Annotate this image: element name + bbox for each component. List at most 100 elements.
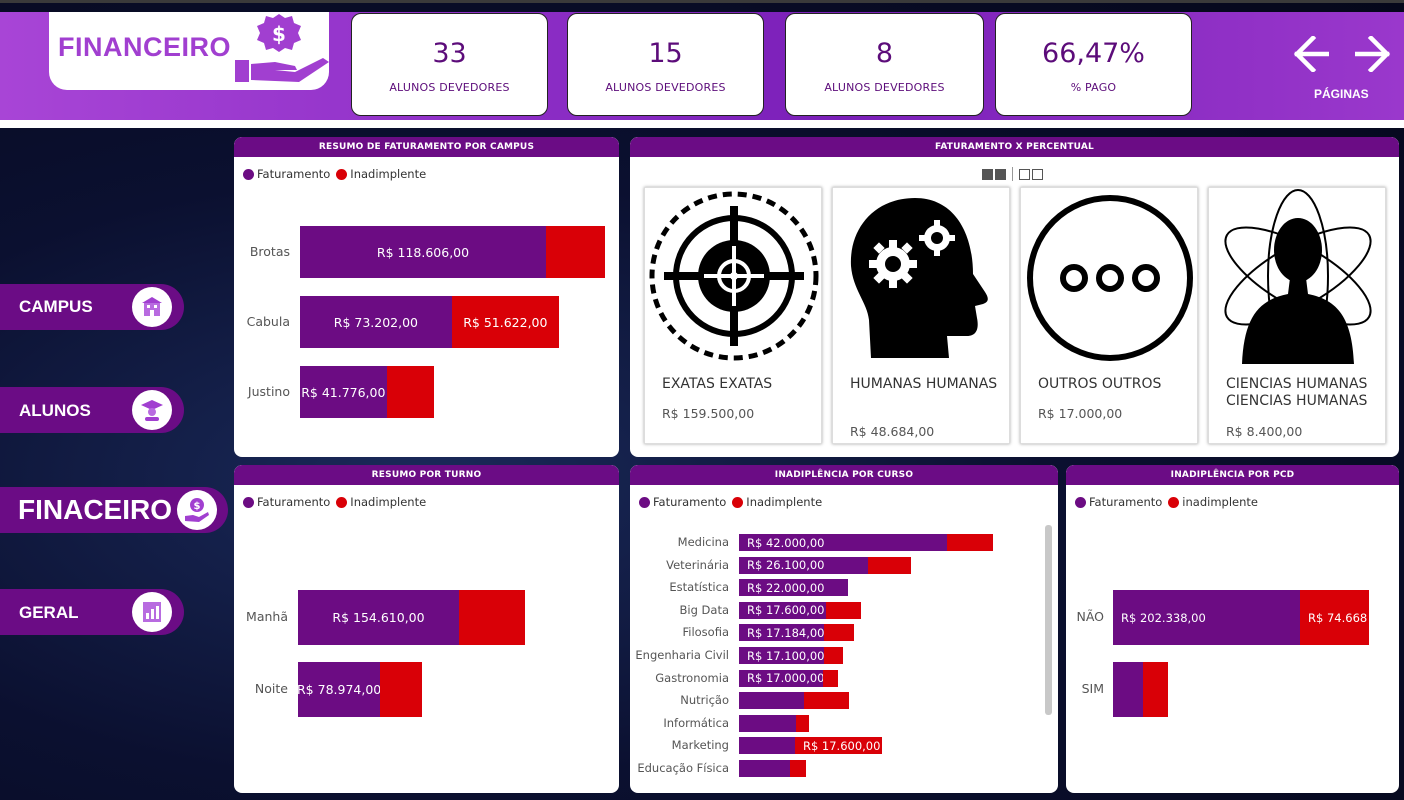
bar-faturamento[interactable]: R$ 154.610,00 (298, 590, 459, 645)
bar-inadimplente[interactable] (795, 714, 809, 732)
header-divider (0, 120, 1404, 128)
bar-row[interactable]: R$ 17.184,00 (739, 624, 854, 642)
bar-row[interactable] (739, 714, 809, 732)
sidebar-item-campus[interactable]: CAMPUS (0, 284, 184, 330)
bar-inadimplente[interactable] (823, 669, 839, 687)
bar-row[interactable]: R$ 41.776,00 (300, 366, 435, 418)
bar-faturamento[interactable]: R$ 22.000,00 (739, 579, 848, 597)
panel-title: FATURAMENTO X PERCENTUAL (630, 137, 1399, 157)
bar-inadimplente[interactable] (826, 601, 862, 619)
bar-faturamento[interactable]: R$ 42.000,00 (739, 534, 947, 551)
panel-title: INADIPLÊNCIA POR PCD (1066, 465, 1399, 485)
chart-scrollbar[interactable] (1045, 525, 1052, 715)
percent-panel: FATURAMENTO X PERCENTUAL EXATAS EXATAS R… (630, 137, 1399, 457)
category-label: Veterinária (666, 557, 729, 572)
kpi-value: 66,47% (1042, 38, 1145, 69)
kpi-label: ALUNOS DEVEDORES (605, 81, 726, 94)
category-label: Marketing (671, 738, 729, 753)
category-label: Big Data (679, 602, 730, 617)
category-label: Medicina (677, 535, 729, 550)
pcd-panel: INADIPLÊNCIA POR PCD Faturamento inadimp… (1066, 465, 1399, 793)
category-label: Nutrição (680, 693, 729, 708)
bar-row[interactable] (739, 760, 806, 777)
campus-panel: RESUMO DE FATURAMENTO POR CAMPUS Faturam… (234, 137, 619, 457)
arrow-left-icon[interactable] (1293, 36, 1329, 72)
area-card-outros[interactable]: OUTROS OUTROS R$ 17.000,00 (1020, 187, 1198, 444)
bar-faturamento[interactable]: R$ 17.600,00 (739, 601, 827, 619)
legend-label: inadimplente (1182, 495, 1258, 509)
bar-faturamento[interactable] (739, 714, 796, 732)
bar-inadimplente[interactable]: R$ 17.600,00 (794, 737, 883, 755)
bar-inadimplente[interactable] (459, 590, 525, 645)
bar-faturamento[interactable] (739, 760, 790, 777)
money-hand-icon: $ (235, 14, 329, 82)
svg-text:$: $ (272, 22, 286, 46)
target-icon (649, 191, 819, 361)
sidebar-item-label: GERAL (19, 603, 79, 622)
bar-faturamento[interactable] (739, 737, 795, 755)
sidebar-item-geral[interactable]: GERAL (0, 589, 184, 635)
bar-inadimplente[interactable] (824, 624, 854, 642)
bar-row[interactable]: R$ 73.202,00 R$ 51.622,00 (300, 296, 559, 348)
bar-inadimplente[interactable] (386, 366, 435, 418)
bar-faturamento[interactable]: R$ 17.100,00 (739, 647, 825, 664)
bar-row[interactable]: R$ 22.000,00 (739, 579, 848, 597)
bar-inadimplente[interactable] (790, 760, 806, 777)
bar-row[interactable]: R$ 17.600,00 (739, 601, 862, 619)
category-label: Informática (663, 715, 729, 730)
bar-faturamento[interactable] (739, 692, 805, 710)
bar-inadimplente[interactable]: R$ 74.668 (1300, 590, 1369, 645)
category-label: Manhã (246, 609, 288, 625)
bar-faturamento[interactable]: R$ 78.974,00 (297, 662, 381, 717)
bar-inadimplente[interactable] (380, 662, 422, 717)
bar-row[interactable]: R$ 42.000,00 (739, 534, 994, 551)
bar-row[interactable] (1113, 662, 1169, 717)
bar-row[interactable]: R$ 202.338,00 R$ 74.668 (1113, 590, 1369, 645)
kpi-card-devedores-3: 8 ALUNOS DEVEDORES (785, 13, 984, 116)
bar-inadimplente[interactable] (823, 647, 844, 664)
bar-faturamento[interactable]: R$ 26.100,00 (739, 556, 869, 574)
legend-label: Faturamento (257, 495, 331, 509)
bar-inadimplente[interactable]: R$ 51.622,00 (451, 296, 559, 348)
bar-inadimplente[interactable] (1142, 662, 1169, 717)
bar-faturamento[interactable]: R$ 17.000,00 (739, 669, 825, 687)
bar-faturamento[interactable]: R$ 73.202,00 (300, 296, 452, 348)
bar-inadimplente[interactable] (546, 226, 606, 278)
arrow-right-icon[interactable] (1355, 36, 1391, 72)
atom-person-icon (1224, 189, 1372, 364)
bar-faturamento[interactable]: R$ 118.606,00 (300, 226, 546, 278)
area-card-ciencias-humanas[interactable]: CIENCIAS HUMANAS CIENCIAS HUMANAS R$ 8.4… (1208, 187, 1386, 444)
bar-row[interactable]: R$ 17.600,00 (739, 737, 883, 755)
bar-faturamento[interactable]: R$ 17.184,00 (739, 624, 825, 642)
card-value: R$ 17.000,00 (1038, 406, 1123, 421)
kpi-card-devedores-1: 33 ALUNOS DEVEDORES (351, 13, 548, 116)
bar-inadimplente[interactable] (804, 692, 849, 710)
legend-label: Faturamento (653, 495, 727, 509)
category-label: Filosofia (682, 625, 729, 640)
card-value: R$ 159.500,00 (662, 406, 755, 421)
bar-row[interactable] (739, 692, 849, 710)
legend-label: Faturamento (257, 167, 331, 181)
bar-row[interactable]: R$ 26.100,00 (739, 556, 911, 574)
area-card-exatas[interactable]: EXATAS EXATAS R$ 159.500,00 (644, 187, 822, 444)
sidebar-item-financeiro[interactable]: FINACEIRO $ (0, 487, 228, 533)
bar-row[interactable]: R$ 78.974,00 (297, 662, 422, 717)
bar-inadimplente[interactable] (947, 534, 994, 551)
legend-dot-inadimplente (1168, 496, 1180, 508)
kpi-card-devedores-2: 15 ALUNOS DEVEDORES (567, 13, 764, 116)
area-card-humanas[interactable]: HUMANAS HUMANAS R$ 48.684,00 (832, 187, 1010, 444)
kpi-value: 33 (432, 38, 467, 69)
card-title: OUTROS OUTROS (1038, 376, 1162, 392)
bar-row[interactable]: R$ 154.610,00 (298, 590, 525, 645)
page-indicator[interactable] (982, 167, 1043, 181)
bar-faturamento[interactable]: R$ 202.338,00 (1113, 590, 1300, 645)
sidebar-item-alunos[interactable]: ALUNOS (0, 387, 184, 433)
category-label: Cabula (246, 313, 290, 329)
legend-dot-faturamento (1075, 496, 1086, 508)
bar-row[interactable]: R$ 17.000,00 (739, 669, 839, 687)
bar-row[interactable]: R$ 118.606,00 (300, 226, 606, 278)
bar-faturamento[interactable] (1113, 662, 1143, 717)
bar-inadimplente[interactable] (868, 556, 911, 574)
bar-row[interactable]: R$ 17.100,00 (739, 647, 844, 664)
bar-faturamento[interactable]: R$ 41.776,00 (300, 366, 387, 418)
